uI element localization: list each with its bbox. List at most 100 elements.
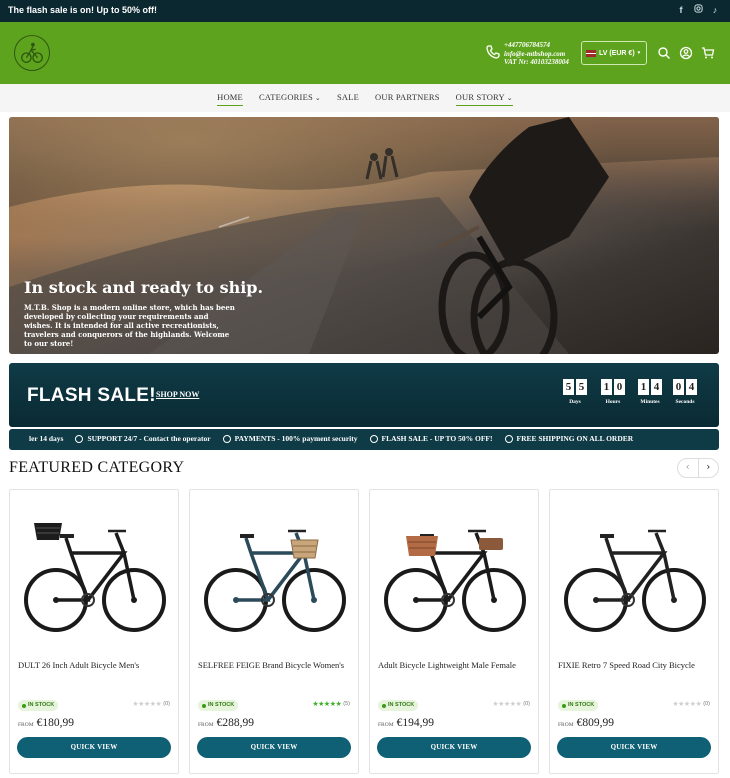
countdown-seconds: 04 Seconds <box>673 379 697 405</box>
product-name[interactable]: Adult Bicycle Lightweight Male Female <box>378 660 533 671</box>
countdown-digit: 5 <box>576 379 587 395</box>
product-rating: ★★★★★ (0) <box>672 700 710 708</box>
product-image[interactable] <box>556 498 712 648</box>
nav-our-story[interactable]: OUR STORY ⌄ <box>455 84 513 106</box>
tiktok-icon[interactable]: ♪ <box>710 4 720 16</box>
price-from-label: FROM <box>378 722 394 728</box>
in-stock-badge: IN STOCK <box>558 700 599 711</box>
info-icon <box>75 434 84 443</box>
rating-stars-icon: ★★★★★ <box>312 701 342 708</box>
site-logo[interactable] <box>14 35 50 71</box>
nav-categories[interactable]: CATEGORIES ⌄ <box>259 84 321 110</box>
product-rating: ★★★★★ (0) <box>492 700 530 708</box>
facebook-icon[interactable]: f <box>676 4 686 16</box>
price-row: FROM €809,99 <box>558 717 614 729</box>
ticker-item: FREE SHIPPING ON ALL ORDER <box>504 434 633 443</box>
contact-email[interactable]: info@e-mtbshop.com <box>504 50 569 59</box>
ticker-item: SUPPORT 24/7 - Contact the operator <box>75 434 211 443</box>
bike-rider-logo-icon <box>21 42 43 63</box>
flash-sale-title: FLASH SALE! <box>27 385 156 406</box>
social-links: f ♪ <box>676 4 720 16</box>
product-price: €180,99 <box>36 717 74 729</box>
currency-label: LV (EUR €) <box>599 49 635 57</box>
cart-icon[interactable] <box>701 46 715 60</box>
carousel-prev-button[interactable]: ‹ <box>678 459 698 477</box>
product-image[interactable] <box>376 498 532 648</box>
product-name[interactable]: SELFREE FEIGE Brand Bicycle Women's <box>198 660 353 671</box>
phone-icon <box>486 45 500 59</box>
product-card[interactable]: SELFREE FEIGE Brand Bicycle Women's IN S… <box>189 489 359 774</box>
countdown-digit: 1 <box>601 379 612 395</box>
price-from-label: FROM <box>18 722 34 728</box>
price-row: FROM €288,99 <box>198 717 254 729</box>
countdown-digit: 1 <box>638 379 649 395</box>
ticker-item: ler 14 days <box>29 434 64 443</box>
in-stock-badge: IN STOCK <box>198 700 239 711</box>
countdown-minutes: 14 Minutes <box>638 379 662 405</box>
status-dot-icon <box>382 703 386 708</box>
chevron-down-icon: ⌄ <box>506 94 513 102</box>
featured-category-title: FEATURED CATEGORY <box>9 459 185 476</box>
quick-view-button[interactable]: QUICK VIEW <box>557 737 711 758</box>
product-price: €809,99 <box>576 717 614 729</box>
account-icon[interactable] <box>679 46 693 60</box>
quick-view-button[interactable]: QUICK VIEW <box>17 737 171 758</box>
search-icon[interactable] <box>657 46 671 60</box>
review-count: (5) <box>343 701 350 707</box>
ticker-item: FLASH SALE - UP TO 50% OFF! <box>369 434 493 443</box>
announcement-text: The flash sale is on! Up to 50% off! <box>8 5 158 15</box>
hero-description: M.T.B. Shop is a modern online store, wh… <box>24 303 235 348</box>
nav-home[interactable]: HOME <box>217 84 243 106</box>
rating-stars-icon: ★★★★★ <box>492 701 522 708</box>
latvia-flag-icon <box>586 49 596 57</box>
product-rating: ★★★★★ (0) <box>132 700 170 708</box>
countdown-label: Minutes <box>640 399 660 405</box>
carousel-next-button[interactable]: › <box>697 459 719 477</box>
flash-sale-banner: FLASH SALE! SHOP NOW 55 Days 10 Hours 14… <box>9 363 719 427</box>
contact-phone[interactable]: +447706784574 <box>504 41 569 50</box>
countdown-digit: 4 <box>651 379 662 395</box>
chevron-down-icon: ▾ <box>637 50 641 56</box>
currency-selector[interactable]: LV (EUR €) ▾ <box>581 41 647 65</box>
nav-sale[interactable]: SALE <box>337 84 359 110</box>
countdown-hours: 10 Hours <box>601 379 625 405</box>
hero-title: In stock and ready to ship. <box>24 278 264 297</box>
product-image[interactable] <box>196 498 352 648</box>
countdown-digit: 4 <box>686 379 697 395</box>
countdown-digit: 0 <box>673 379 684 395</box>
chevron-down-icon: ⌄ <box>314 94 321 102</box>
price-from-label: FROM <box>198 722 214 728</box>
in-stock-badge: IN STOCK <box>378 700 419 711</box>
product-image[interactable] <box>16 498 172 648</box>
site-header: +447706784574 info@e-mtbshop.com VAT Nr:… <box>0 22 730 84</box>
product-card[interactable]: FIXIE Retro 7 Speed Road City Bicycle IN… <box>549 489 719 774</box>
ticker-item: PAYMENTS - 100% payment security <box>222 434 358 443</box>
quick-view-button[interactable]: QUICK VIEW <box>197 737 351 758</box>
info-icon <box>222 434 231 443</box>
shop-now-link[interactable]: SHOP NOW <box>156 390 199 399</box>
quick-view-button[interactable]: QUICK VIEW <box>377 737 531 758</box>
info-icon <box>504 434 513 443</box>
in-stock-badge: IN STOCK <box>18 700 59 711</box>
product-card[interactable]: Adult Bicycle Lightweight Male Female IN… <box>369 489 539 774</box>
instagram-icon[interactable] <box>693 4 703 16</box>
carousel-arrows: ‹ › <box>677 458 719 478</box>
product-card[interactable]: DULT 26 Inch Adult Bicycle Men's IN STOC… <box>9 489 179 774</box>
status-dot-icon <box>562 703 566 708</box>
review-count: (0) <box>163 701 170 707</box>
countdown-digit: 5 <box>563 379 574 395</box>
product-rating: ★★★★★ (5) <box>312 700 350 708</box>
countdown-label: Days <box>569 399 581 405</box>
countdown-digit: 0 <box>614 379 625 395</box>
nav-our-partners[interactable]: OUR PARTNERS <box>375 84 440 110</box>
status-dot-icon <box>202 703 206 708</box>
product-name[interactable]: DULT 26 Inch Adult Bicycle Men's <box>18 660 173 671</box>
hero-banner[interactable]: In stock and ready to ship. M.T.B. Shop … <box>9 117 719 354</box>
review-count: (0) <box>523 701 530 707</box>
product-price: €288,99 <box>216 717 254 729</box>
status-dot-icon <box>22 703 26 708</box>
price-from-label: FROM <box>558 722 574 728</box>
product-name[interactable]: FIXIE Retro 7 Speed Road City Bicycle <box>558 660 713 671</box>
countdown-days: 55 Days <box>563 379 587 405</box>
contact-info: +447706784574 info@e-mtbshop.com VAT Nr:… <box>504 41 569 67</box>
